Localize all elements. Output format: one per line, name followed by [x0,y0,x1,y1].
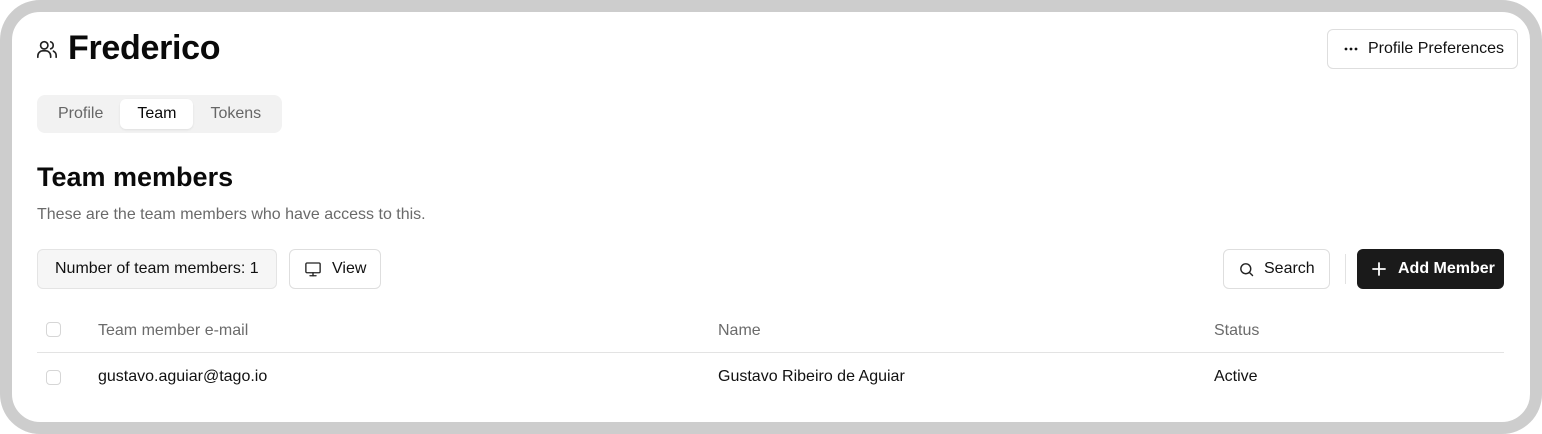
column-header-email[interactable]: Team member e-mail [98,310,248,352]
add-member-button[interactable]: Add Member [1357,249,1504,289]
users-icon [37,40,57,59]
table-header-row: Team member e-mail Name Status [37,310,1504,353]
toolbar-divider [1345,254,1346,284]
member-name: Gustavo Ribeiro de Aguiar [718,368,905,385]
profile-preferences-label: Profile Preferences [1367,40,1504,57]
window-frame: Frederico Profile Preferences Profile Te… [0,0,1542,434]
column-header-status[interactable]: Status [1214,310,1259,352]
column-header-name[interactable]: Name [718,310,761,352]
page-content: Frederico Profile Preferences Profile Te… [12,12,1530,422]
monitor-icon [305,262,321,277]
member-status: Active [1214,368,1258,385]
ellipsis-icon [1344,47,1358,51]
tab-tokens[interactable]: Tokens [193,99,278,129]
member-count-label: Number of team members: 1 [55,260,259,277]
section-title: Team members [37,162,234,192]
member-count-badge: Number of team members: 1 [37,249,277,289]
section-description: These are the team members who have acce… [37,206,426,223]
search-button[interactable]: Search [1223,249,1330,289]
page-title: Frederico [68,29,221,67]
table-row[interactable]: gustavo.aguiar@tago.io Gustavo Ribeiro d… [37,353,1504,401]
row-checkbox[interactable] [46,370,61,385]
view-button[interactable]: View [289,249,382,289]
search-label: Search [1264,260,1315,277]
tab-team[interactable]: Team [120,99,194,129]
select-all-checkbox[interactable] [46,322,61,337]
add-member-label: Add Member [1398,260,1495,277]
profile-preferences-button[interactable]: Profile Preferences [1326,29,1518,69]
search-icon [1240,262,1254,276]
member-email: gustavo.aguiar@tago.io [98,368,268,385]
tab-profile[interactable]: Profile [41,99,120,129]
plus-icon [1372,262,1386,276]
tab-bar: Profile Team Tokens [37,95,283,133]
view-label: View [332,260,367,277]
team-members-table: Team member e-mail Name Status gustavo.a… [37,310,1504,401]
